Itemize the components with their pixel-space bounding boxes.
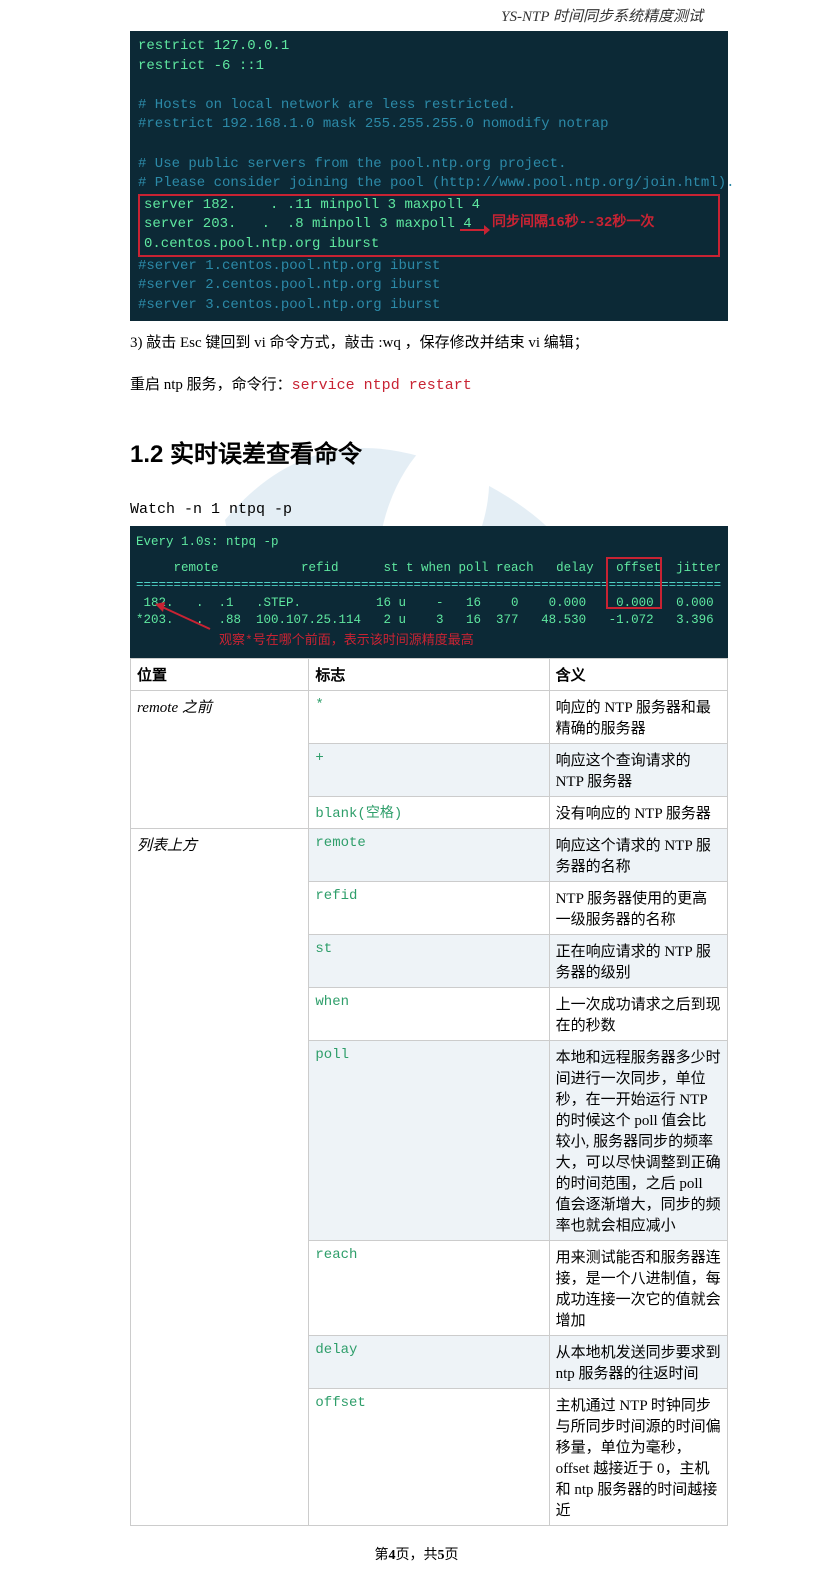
meaning-cell: 正在响应请求的 NTP 服务器的级别 bbox=[549, 934, 727, 987]
section-heading: 1.2 实时误差查看命令 bbox=[130, 404, 728, 489]
watch-command: Watch -n 1 ntpq -p bbox=[130, 489, 728, 526]
table-row: remote 之前*响应的 NTP 服务器和最精确的服务器 bbox=[131, 690, 728, 743]
asterisk-arrow bbox=[155, 604, 215, 634]
vi-instruction: 3) 敲击 Esc 键回到 vi 命令方式，敲击 :wq ，保存修改并结束 vi… bbox=[130, 321, 728, 363]
col-position: 位置 bbox=[131, 658, 309, 690]
restart-prefix: 重启 ntp 服务，命令行： bbox=[130, 377, 292, 393]
watch-header: Every 1.0s: ntpq -p bbox=[136, 534, 722, 552]
current-page: 4 bbox=[389, 1548, 396, 1563]
flag-cell: blank(空格) bbox=[309, 796, 549, 828]
page-header: YS-NTP 时间同步系统精度测试 bbox=[0, 0, 833, 31]
table-row: 列表上方remote响应这个请求的 NTP 服务器的名称 bbox=[131, 828, 728, 881]
footer-p3: 页 bbox=[445, 1548, 459, 1563]
meaning-cell: 响应这个查询请求的 NTP 服务器 bbox=[549, 743, 727, 796]
flag-cell: poll bbox=[309, 1040, 549, 1240]
meaning-cell: 上一次成功请求之后到现在的秒数 bbox=[549, 987, 727, 1040]
footer-p2: 页，共 bbox=[396, 1548, 438, 1563]
flag-cell: + bbox=[309, 743, 549, 796]
meaning-cell: 本地和远程服务器多少时间进行一次同步，单位秒，在一开始运行 NTP 的时候这个 … bbox=[549, 1040, 727, 1240]
meaning-cell: 没有响应的 NTP 服务器 bbox=[549, 796, 727, 828]
flag-cell: st bbox=[309, 934, 549, 987]
meaning-cell: 响应的 NTP 服务器和最精确的服务器 bbox=[549, 690, 727, 743]
meaning-cell: NTP 服务器使用的更高一级服务器的名称 bbox=[549, 881, 727, 934]
flag-cell: when bbox=[309, 987, 549, 1040]
sync-interval-arrow bbox=[460, 223, 490, 237]
flag-cell: delay bbox=[309, 1335, 549, 1388]
col-flag: 标志 bbox=[309, 658, 549, 690]
meaning-cell: 响应这个请求的 NTP 服务器的名称 bbox=[549, 828, 727, 881]
flags-definition-table: 位置 标志 含义 remote 之前*响应的 NTP 服务器和最精确的服务器+响… bbox=[130, 658, 728, 1526]
flag-cell: * bbox=[309, 690, 549, 743]
offset-highlight-box bbox=[606, 557, 662, 609]
row-group-header: remote 之前 bbox=[131, 690, 309, 828]
page-footer: 第4页，共5页 bbox=[0, 1526, 833, 1564]
footer-p1: 第 bbox=[375, 1548, 389, 1563]
total-pages: 5 bbox=[438, 1548, 445, 1563]
flag-cell: remote bbox=[309, 828, 549, 881]
meaning-cell: 从本地机发送同步要求到 ntp 服务器的往返时间 bbox=[549, 1335, 727, 1388]
restart-instruction: 重启 ntp 服务，命令行：service ntpd restart bbox=[130, 363, 728, 405]
restart-command: service ntpd restart bbox=[292, 377, 472, 394]
config-terminal: restrict 127.0.0.1restrict -6 ::1 # Host… bbox=[130, 31, 728, 321]
sync-interval-label: 同步间隔16秒--32秒一次 bbox=[492, 214, 654, 234]
flag-cell: refid bbox=[309, 881, 549, 934]
asterisk-hint: 观察*号在哪个前面，表示该时间源精度最高 bbox=[219, 632, 474, 650]
meaning-cell: 主机通过 NTP 时钟同步与所同步时间源的时间偏移量，单位为毫秒，offset … bbox=[549, 1388, 727, 1525]
meaning-cell: 用来测试能否和服务器连接，是一个八进制值，每成功连接一次它的值就会增加 bbox=[549, 1240, 727, 1335]
col-meaning: 含义 bbox=[549, 658, 727, 690]
flag-cell: reach bbox=[309, 1240, 549, 1335]
row-group-header: 列表上方 bbox=[131, 828, 309, 1525]
flag-cell: offset bbox=[309, 1388, 549, 1525]
ntpq-output-terminal: Every 1.0s: ntpq -p remote refid st t wh… bbox=[130, 526, 728, 658]
